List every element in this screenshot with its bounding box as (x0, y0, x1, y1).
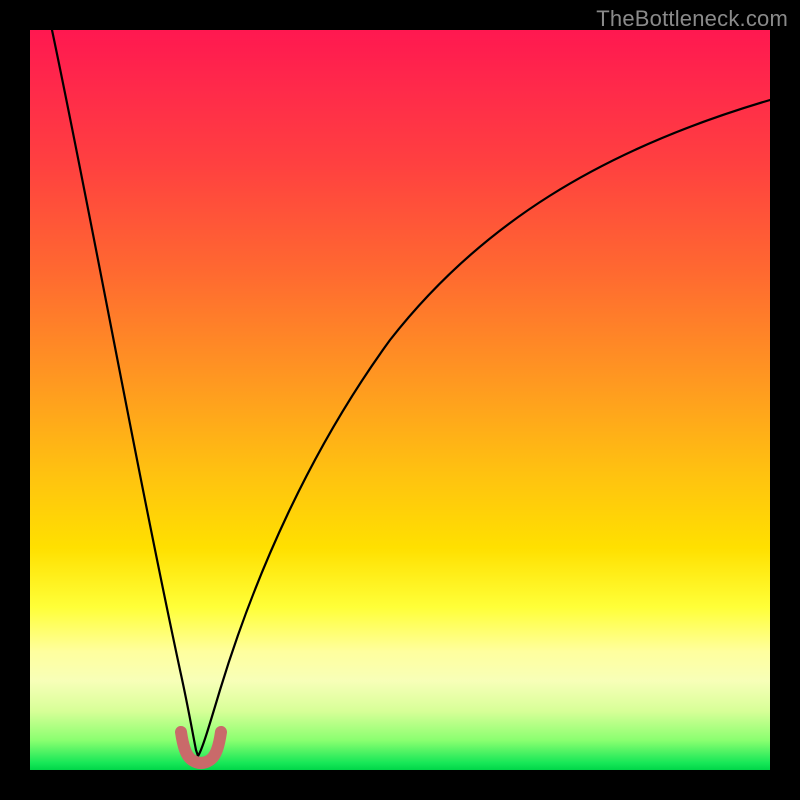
bottleneck-curve-svg (30, 30, 770, 770)
bottleneck-curve-path (52, 30, 770, 756)
watermark-text: TheBottleneck.com (596, 6, 788, 32)
chart-frame: TheBottleneck.com (0, 0, 800, 800)
plot-area (30, 30, 770, 770)
